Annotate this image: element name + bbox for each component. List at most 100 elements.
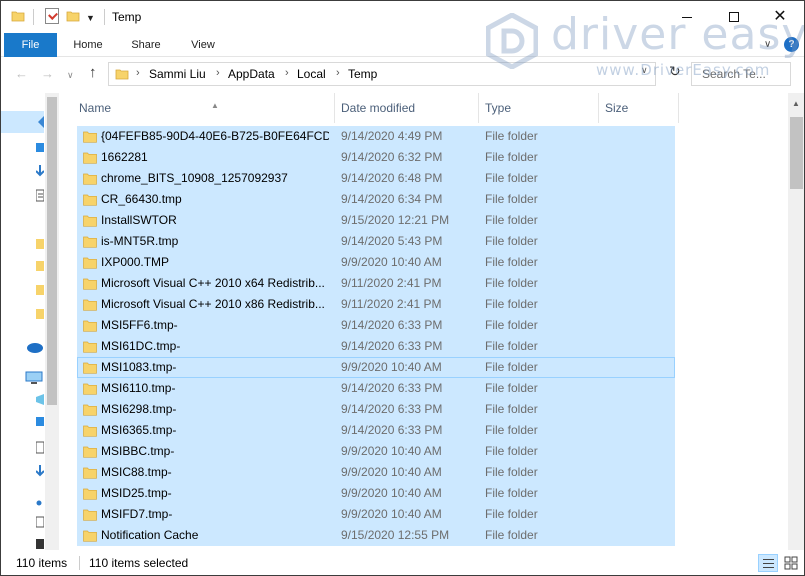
breadcrumb-item[interactable]: Local (297, 67, 326, 81)
file-row[interactable]: MSI61DC.tmp- 9/14/2020 6:33 PM File folder (77, 336, 675, 357)
file-row[interactable]: MSI1083.tmp- 9/9/2020 10:40 AM File folder (77, 357, 675, 378)
folder-icon (83, 487, 97, 500)
folder-icon (83, 466, 97, 479)
file-type: File folder (485, 255, 538, 269)
search-input[interactable]: Search Te... (691, 62, 791, 86)
address-dropdown-icon[interactable]: ∨ (641, 65, 648, 76)
file-list-scrollbar-thumb[interactable] (790, 117, 803, 189)
expand-ribbon-icon[interactable]: ∨ (764, 39, 771, 50)
file-row[interactable]: {04FEFB85-90D4-40E6-B725-B0FE64FCD8... 9/… (77, 126, 675, 147)
file-row[interactable]: MSIBBC.tmp- 9/9/2020 10:40 AM File folder (77, 441, 675, 462)
folder-icon[interactable] (36, 259, 44, 273)
file-row[interactable]: MSIC88.tmp- 9/9/2020 10:40 AM File folder (77, 462, 675, 483)
file-type: File folder (485, 129, 538, 143)
file-list-scrollbar[interactable]: ▲ (788, 93, 804, 550)
breadcrumb-item[interactable]: Temp (348, 67, 377, 81)
folder-icon (83, 529, 97, 542)
file-name: 1662281 (101, 150, 148, 164)
folder-icon[interactable] (36, 307, 44, 321)
folder-icon (83, 277, 97, 290)
scroll-up-icon[interactable]: ▲ (792, 99, 800, 108)
customize-toolbar-dropdown-icon[interactable]: ▼ (86, 13, 95, 23)
onedrive-icon[interactable] (25, 341, 43, 353)
file-name: MSI6298.tmp- (101, 402, 177, 416)
documents-icon[interactable] (36, 441, 44, 455)
large-icons-view-icon[interactable] (781, 554, 801, 572)
breadcrumb-separator-icon[interactable]: › (216, 67, 220, 79)
file-name: Microsoft Visual C++ 2010 x64 Redistrib.… (101, 276, 325, 290)
file-name: MSID25.tmp- (101, 486, 172, 500)
file-name: MSIBBC.tmp- (101, 444, 175, 458)
documents-icon[interactable] (36, 189, 44, 203)
file-type: File folder (485, 528, 538, 542)
help-icon[interactable]: ? (784, 37, 799, 52)
file-type: File folder (485, 276, 538, 290)
folder-icon[interactable] (36, 283, 44, 297)
star-icon[interactable] (36, 115, 44, 129)
breadcrumb-separator-icon[interactable]: › (136, 67, 140, 79)
folder-icon[interactable] (36, 237, 44, 251)
folder-icon (83, 214, 97, 227)
column-type[interactable]: Type (479, 93, 599, 123)
back-arrow-icon[interactable]: ← (15, 66, 28, 81)
navigation-scrollbar[interactable] (45, 93, 59, 550)
this-pc-icon[interactable] (25, 371, 43, 385)
3d-objects-icon[interactable] (36, 393, 44, 407)
file-row[interactable]: IXP000.TMP 9/9/2020 10:40 AM File folder (77, 252, 675, 273)
file-date-modified: 9/14/2020 6:33 PM (341, 318, 443, 332)
file-row[interactable]: InstallSWTOR 9/15/2020 12:21 PM File folde… (77, 210, 675, 231)
file-date-modified: 9/14/2020 4:49 PM (341, 129, 443, 143)
file-row[interactable]: MSI6298.tmp- 9/14/2020 6:33 PM File folder (77, 399, 675, 420)
file-date-modified: 9/14/2020 6:48 PM (341, 171, 443, 185)
file-row[interactable]: Microsoft Visual C++ 2010 x86 Redistrib.… (77, 294, 675, 315)
desktop-icon[interactable] (36, 141, 44, 155)
file-row[interactable]: MSI6110.tmp- 9/14/2020 6:33 PM File folder (77, 378, 675, 399)
column-date-modified[interactable]: Date modified (335, 93, 479, 123)
close-button[interactable]: ✕ (757, 1, 803, 33)
new-folder-icon[interactable] (66, 9, 80, 23)
column-size[interactable]: Size (599, 93, 679, 123)
file-row[interactable]: Notification Cache 9/15/2020 12:55 PM File… (77, 525, 675, 546)
downloads-icon[interactable] (36, 165, 44, 179)
navigation-scrollbar-thumb[interactable] (47, 97, 57, 405)
tab-view[interactable]: View (179, 33, 227, 57)
forward-arrow-icon[interactable]: → (41, 66, 54, 81)
folder-icon (83, 382, 97, 395)
up-arrow-icon[interactable]: ↑ (89, 64, 97, 81)
breadcrumb-separator-icon[interactable]: › (285, 67, 289, 79)
file-row[interactable]: CR_66430.tmp 9/14/2020 6:34 PM File folder (77, 189, 675, 210)
breadcrumb-item[interactable]: AppData (228, 67, 275, 81)
tab-share[interactable]: Share (121, 33, 171, 57)
file-row[interactable]: MSI5FF6.tmp- 9/14/2020 6:33 PM File folder (77, 315, 675, 336)
properties-icon[interactable] (45, 8, 59, 24)
file-row[interactable]: 1662281 9/14/2020 6:32 PM File folder (77, 147, 675, 168)
tab-file[interactable]: File (4, 33, 57, 57)
file-row[interactable]: MSID25.tmp- 9/9/2020 10:40 AM File folder (77, 483, 675, 504)
column-name[interactable]: ▲ Name (73, 93, 335, 123)
tab-home[interactable]: Home (63, 33, 113, 57)
file-name: {04FEFB85-90D4-40E6-B725-B0FE64FCD8... (101, 129, 329, 143)
file-row[interactable]: Microsoft Visual C++ 2010 x64 Redistrib.… (77, 273, 675, 294)
address-bar[interactable]: › Sammi Liu › AppData › Local › Temp (108, 62, 656, 86)
file-date-modified: 9/15/2020 12:21 PM (341, 213, 450, 227)
breadcrumb-separator-icon[interactable]: › (336, 67, 340, 79)
file-row[interactable]: MSIFD7.tmp- 9/9/2020 10:40 AM File folder (77, 504, 675, 525)
videos-icon[interactable] (36, 537, 44, 550)
explorer-window: ▼ Temp ✕ File Home Share View ∨ ? ← → ∨ … (0, 0, 805, 576)
details-view-icon[interactable] (758, 554, 778, 572)
desktop-icon[interactable] (36, 415, 44, 429)
file-row[interactable]: MSI6365.tmp- 9/14/2020 6:33 PM File folder (77, 420, 675, 441)
file-type: File folder (485, 423, 538, 437)
music-icon[interactable] (36, 493, 44, 507)
file-type: File folder (485, 234, 538, 248)
file-date-modified: 9/14/2020 6:33 PM (341, 402, 443, 416)
minimize-button[interactable] (664, 1, 710, 33)
pictures-icon[interactable] (36, 515, 44, 529)
file-row[interactable]: chrome_BITS_10908_1257092937 9/14/2020 6:… (77, 168, 675, 189)
recent-locations-icon[interactable]: ∨ (67, 70, 74, 81)
file-row[interactable]: is-MNT5R.tmp 9/14/2020 5:43 PM File folder (77, 231, 675, 252)
breadcrumb-item[interactable]: Sammi Liu (149, 67, 206, 81)
downloads-icon[interactable] (36, 465, 44, 479)
maximize-button[interactable] (711, 1, 757, 33)
refresh-icon[interactable]: ↻ (669, 63, 681, 80)
